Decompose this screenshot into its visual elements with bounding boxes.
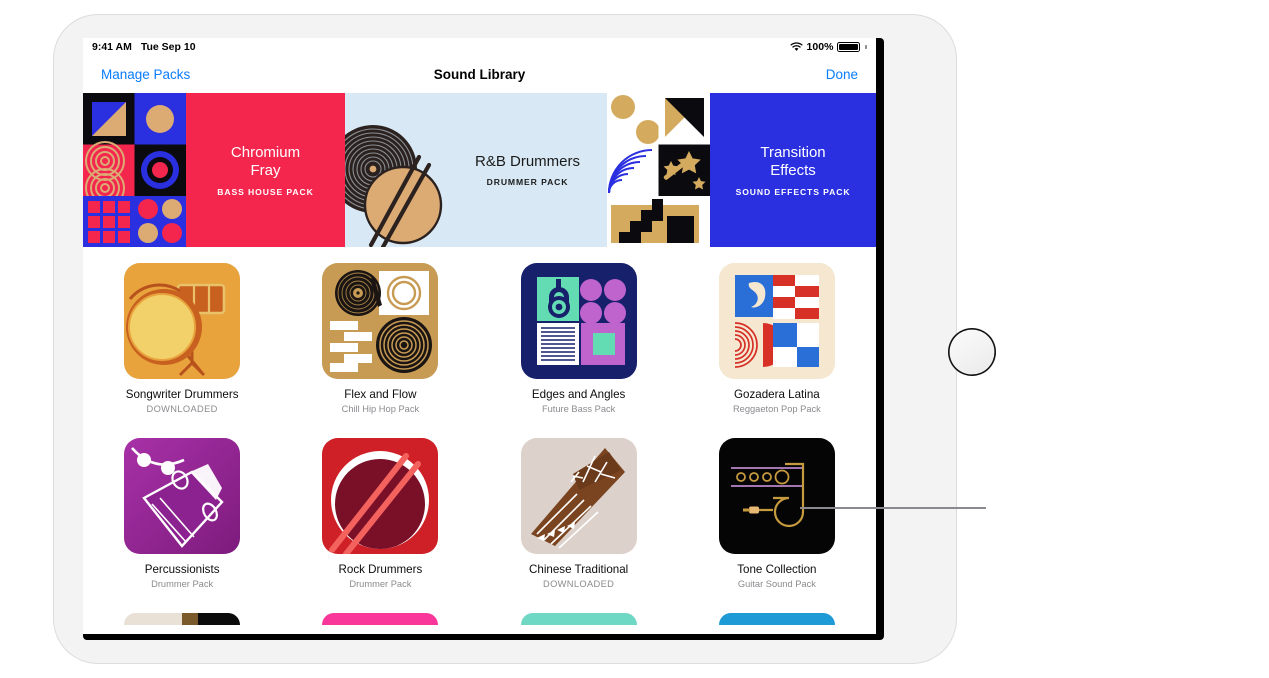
pack-artwork (124, 438, 241, 554)
pack-status: DOWNLOADED (543, 579, 615, 589)
pack-status: Drummer Pack (349, 579, 412, 589)
battery-icon (837, 42, 861, 52)
banner-title-line1: R&B Drummers (474, 152, 580, 170)
banner-chromium-fray[interactable]: Chromium Fray BASS HOUSE PACK (83, 93, 345, 247)
pack-tile-partial-2[interactable] (281, 613, 479, 625)
banner-artwork-rnb (345, 93, 448, 247)
pack-artwork (520, 438, 637, 554)
navigation-bar: Manage Packs Sound Library Done (83, 56, 876, 93)
pack-tile-partial-3[interactable] (480, 613, 678, 625)
pack-status: DOWNLOADED (146, 404, 218, 414)
pack-tile-partial-4[interactable] (678, 613, 876, 625)
pack-artwork (718, 263, 835, 379)
banner-subtitle: SOUND EFFECTS PACK (735, 186, 851, 197)
pack-status: Chill Hip Hop Pack (341, 404, 420, 414)
pack-row-3-partial (83, 613, 876, 625)
ipad-screen: 9:41 AM Tue Sep 10 100% Manage Packs Sou… (83, 38, 876, 634)
pack-status: Reggaeton Pop Pack (732, 404, 821, 414)
status-bar: 9:41 AM Tue Sep 10 100% (83, 38, 876, 56)
pack-name: Percussionists (144, 563, 220, 576)
pack-name: Rock Drummers (338, 563, 423, 576)
banner-subtitle: BASS HOUSE PACK (217, 186, 314, 197)
callout-line (800, 507, 986, 509)
banner-artwork-transition (607, 93, 710, 247)
pack-tile-chinese-traditional[interactable]: Chinese Traditional DOWNLOADED (480, 438, 678, 589)
pack-tile-flex-and-flow[interactable]: Flex and Flow Chill Hip Hop Pack (281, 263, 479, 414)
manage-packs-button[interactable]: Manage Packs (101, 67, 190, 82)
pack-status: Future Bass Pack (541, 404, 616, 414)
pack-tile-edges-and-angles[interactable]: Edges and Angles Future Bass Pack (480, 263, 678, 414)
wifi-icon (790, 42, 803, 52)
battery-tip (865, 45, 867, 49)
pack-tile-percussionists[interactable]: Percussionists Drummer Pack (83, 438, 281, 589)
pack-artwork (124, 263, 241, 379)
pack-artwork (322, 613, 439, 625)
banner-title-line2: Fray (250, 162, 281, 179)
pack-row-2: Percussionists Drummer Pack Rock Drummer… (83, 438, 876, 589)
page-title: Sound Library (433, 67, 526, 82)
pack-name: Flex and Flow (344, 388, 417, 401)
pack-tile-tone-collection[interactable]: Tone Collection Guitar Sound Pack (678, 438, 876, 589)
done-button[interactable]: Done (826, 67, 858, 82)
pack-name: Tone Collection (737, 563, 817, 576)
pack-name: Chinese Traditional (529, 563, 629, 576)
pack-artwork (322, 438, 439, 554)
banner-title-line1: Chromium (230, 143, 301, 161)
screenshot-stage: 9:41 AM Tue Sep 10 100% Manage Packs Sou… (0, 0, 1269, 678)
banner-artwork-chromium (83, 93, 186, 247)
pack-row-1: Songwriter Drummers DOWNLOADED Flex and … (83, 263, 876, 414)
pack-name: Gozadera Latina (734, 388, 820, 401)
banner-transition-effects[interactable]: Transition Effects SOUND EFFECTS PACK (607, 93, 876, 247)
pack-artwork (520, 263, 637, 379)
banner-subtitle: DRUMMER PACK (486, 177, 569, 188)
pack-status: Guitar Sound Pack (737, 579, 816, 589)
pack-tile-partial-1[interactable] (83, 613, 281, 625)
status-time: 9:41 AM (92, 41, 132, 53)
pack-artwork (322, 263, 439, 379)
banner-title-line1: Transition (760, 143, 826, 161)
pack-name: Edges and Angles (531, 388, 626, 401)
banner-title-line2: Effects (770, 162, 816, 179)
pack-name: Songwriter Drummers (125, 388, 239, 401)
featured-banner-carousel[interactable]: Chromium Fray BASS HOUSE PACK R&B Drumme… (83, 93, 876, 247)
pack-artwork (718, 613, 835, 625)
pack-artwork (124, 613, 241, 625)
pack-artwork (520, 613, 637, 625)
pack-artwork (718, 438, 835, 554)
status-date: Tue Sep 10 (140, 41, 196, 53)
banner-rnb-drummers[interactable]: R&B Drummers DRUMMER PACK (345, 93, 607, 247)
pack-tile-songwriter-drummers[interactable]: Songwriter Drummers DOWNLOADED (83, 263, 281, 414)
sound-pack-grid-container: Songwriter Drummers DOWNLOADED Flex and … (83, 247, 876, 625)
pack-tile-rock-drummers[interactable]: Rock Drummers Drummer Pack (281, 438, 479, 589)
battery-percent: 100% (806, 41, 834, 53)
pack-tile-gozadera-latina[interactable]: Gozadera Latina Reggaeton Pop Pack (678, 263, 876, 414)
home-button[interactable] (948, 328, 996, 376)
pack-status: Drummer Pack (151, 579, 214, 589)
